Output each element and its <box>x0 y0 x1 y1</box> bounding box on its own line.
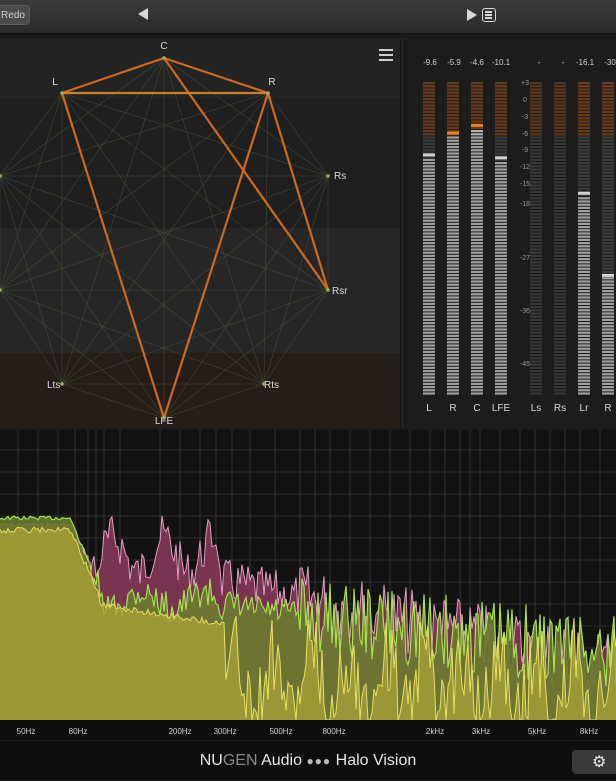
freq-label: 500Hz <box>269 727 292 736</box>
freq-label: 8kHz <box>580 727 598 736</box>
hamburger-icon[interactable] <box>379 49 393 61</box>
brand-gen: GEN <box>222 752 258 769</box>
list-icon[interactable] <box>482 8 496 22</box>
channel-label-lts: Lts <box>47 380 60 391</box>
scale-label: -15 <box>520 181 530 188</box>
peak-value: -10.1 <box>492 58 511 67</box>
scale-label: -27 <box>520 255 530 262</box>
channel-label-r: R <box>268 77 275 88</box>
settings-button[interactable]: ⚙ <box>572 750 616 774</box>
gear-icon: ⚙ <box>592 754 607 771</box>
spectrum-analyzer: 50Hz 80Hz 200Hz 300Hz 500Hz 800Hz 2kHz 3kHz 5kHz… <box>0 430 616 740</box>
scale-label: -18 <box>520 201 530 208</box>
scale-label: +3 <box>521 80 529 87</box>
scale-label: -45 <box>520 361 530 368</box>
meter-graph: -9.6 -5.9 -4.6 -10.1 - - -16.1 -30 +3 0 -3 -6 -9 -12 -… <box>423 58 616 414</box>
freq-label: 80Hz <box>69 727 88 736</box>
scale-label: -6 <box>522 131 528 138</box>
peak-value: - <box>562 58 565 67</box>
peak-value: -30 <box>604 58 616 67</box>
peak-value: -4.6 <box>470 58 484 67</box>
scale-label: -12 <box>520 164 530 171</box>
top-toolbar: Redo <box>0 0 616 34</box>
freq-label: 800Hz <box>322 727 345 736</box>
freq-label: 50Hz <box>17 727 36 736</box>
channel-label-rs: Rs <box>334 171 346 182</box>
triangle-left-icon[interactable] <box>138 8 148 20</box>
meter-channel-label: LFE <box>492 403 511 414</box>
brand-dots: ●●● <box>306 754 332 768</box>
level-meters: -9.6 -5.9 -4.6 -10.1 - - -16.1 -30 +3 0 -3 -6 -9 -12 -… <box>402 38 616 428</box>
channel-label-rts: Rts <box>264 380 279 391</box>
meter-channel-label: Ls <box>531 403 542 414</box>
peak-value: -16.1 <box>576 58 595 67</box>
meter-channel-label: R <box>604 403 611 414</box>
footer-bar: NUGEN Audio ●●● Halo Vision <box>0 741 616 780</box>
scale-label: 0 <box>523 97 527 104</box>
freq-label: 3kHz <box>472 727 490 736</box>
triangle-right-icon[interactable] <box>467 9 477 21</box>
freq-label: 300Hz <box>213 727 236 736</box>
freq-label: 200Hz <box>168 727 191 736</box>
channel-label-c: C <box>160 41 167 52</box>
freq-label: 2kHz <box>426 727 444 736</box>
meter-channel-label: C <box>473 403 480 414</box>
scale-label: -36 <box>520 308 530 315</box>
channel-label-l: L <box>52 77 58 88</box>
meter-channel-label: Rs <box>554 403 566 414</box>
scope-graph: CRRsRsrRtsLFELtsL <box>0 38 400 428</box>
peak-value: - <box>538 58 541 67</box>
brand-title: NUGEN Audio ●●● Halo Vision <box>0 741 616 781</box>
spectrum-graph: 50Hz 80Hz 200Hz 300Hz 500Hz 800Hz 2kHz 3kHz 5kHz… <box>0 430 616 740</box>
meter-channel-label: Lr <box>580 403 590 414</box>
meter-channel-label: L <box>426 403 432 414</box>
meter-channel-label: R <box>449 403 456 414</box>
brand-audio: Audio <box>257 752 307 769</box>
peak-value: -9.6 <box>423 58 437 67</box>
brand-nu: NU <box>199 752 223 769</box>
channel-label-rsr: Rsr <box>332 286 348 297</box>
speaker-scope: C R Rs Rsr Rts LFE Lts L <box>0 38 400 428</box>
brand-product: Halo Vision <box>331 752 417 769</box>
redo-button[interactable]: Redo <box>0 5 30 25</box>
freq-label: 5kHz <box>528 727 546 736</box>
peak-value: -5.9 <box>447 58 461 67</box>
scale-label: -3 <box>522 114 528 121</box>
scale-label: -9 <box>522 147 528 154</box>
